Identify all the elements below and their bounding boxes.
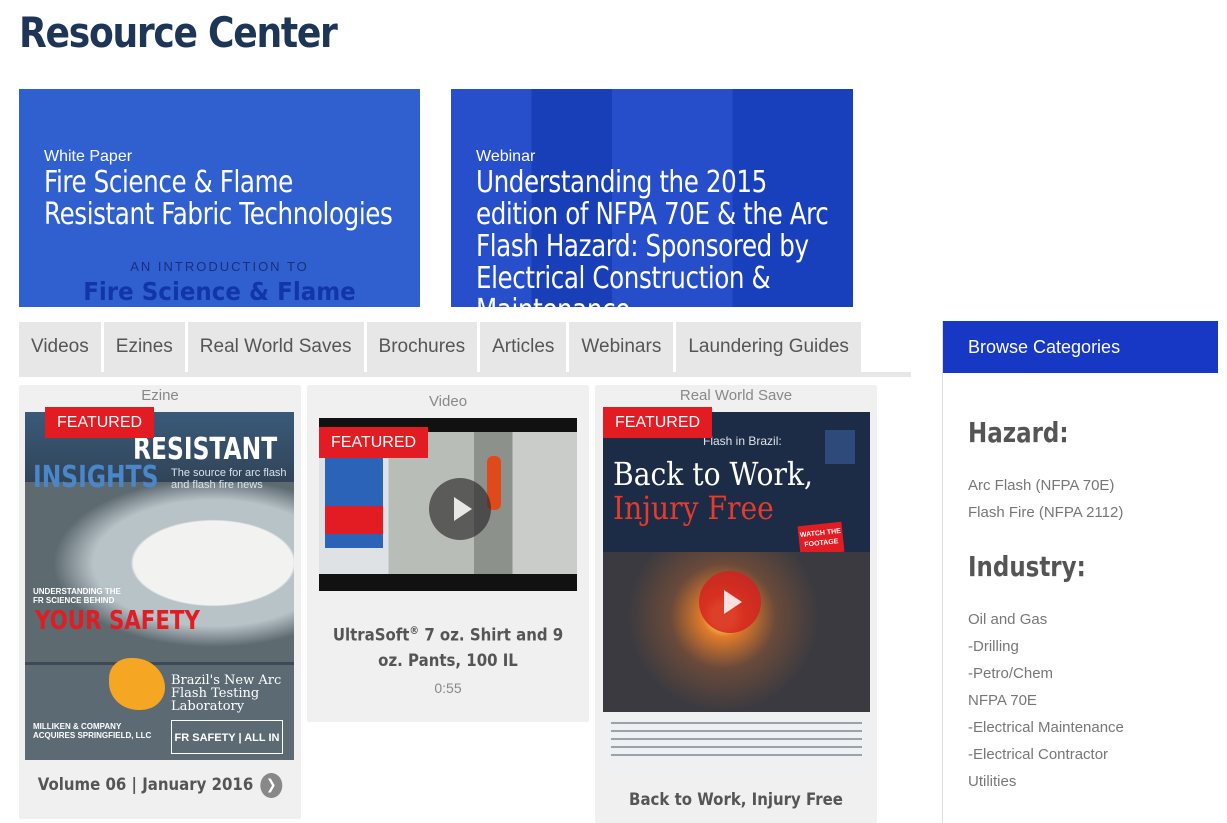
category-utilities[interactable]: Utilities	[968, 773, 1016, 790]
category-electrical-maintenance[interactable]: -Electrical Maintenance	[968, 719, 1124, 736]
industry-heading: Industry:	[968, 550, 1086, 583]
category-flash-fire[interactable]: Flash Fire (NFPA 2112)	[968, 504, 1123, 521]
category-nfpa-70e[interactable]: NFPA 70E	[968, 692, 1037, 709]
play-icon[interactable]	[429, 478, 491, 540]
cover-header: Flash in Brazil:	[703, 434, 782, 448]
card-type: Real World Save	[679, 387, 793, 404]
play-icon[interactable]	[699, 571, 761, 633]
chevron-right-icon[interactable]: ❯	[260, 773, 283, 798]
cover-milliken: MILLIKEN & COMPANY ACQUIRES SPRINGFIELD,…	[33, 722, 152, 740]
hero-webinar[interactable]: Webinar Understanding the 2015 edition o…	[451, 89, 853, 307]
hero-intro: AN INTRODUCTION TO	[130, 259, 309, 274]
tab-real-world-saves[interactable]: Real World Saves	[187, 322, 364, 372]
tab-webinars[interactable]: Webinars	[569, 322, 674, 372]
page-title: Resource Center	[19, 8, 338, 57]
cover-line1: Back to Work,	[613, 455, 813, 493]
hero-intro-title: Fire Science & Flame	[83, 277, 356, 306]
category-petro-chem[interactable]: -Petro/Chem	[968, 665, 1053, 682]
card-type: Ezine	[141, 387, 179, 404]
cover-tagline: The source for arc flash and flash fire …	[171, 467, 287, 491]
card-type: Video	[428, 393, 468, 410]
tab-brochures[interactable]: Brochures	[366, 322, 478, 372]
hero-kind: White Paper	[44, 148, 133, 165]
hero-white-paper[interactable]: White Paper Fire Science & Flame Resista…	[19, 89, 420, 307]
cover-brazil: Brazil's New Arc Flash Testing Laborator…	[171, 673, 282, 714]
cover-masthead-left: INSIGHTS	[33, 460, 159, 495]
card-title[interactable]: Back to Work, Injury Free	[612, 788, 860, 813]
hero-kind: Webinar	[476, 148, 536, 165]
resource-card-ezine[interactable]: Ezine RESISTANT INSIGHTS The source for …	[19, 385, 301, 819]
tab-videos[interactable]: Videos	[19, 322, 101, 372]
resource-tabs: Videos Ezines Real World Saves Brochures…	[19, 322, 864, 372]
hero-headline[interactable]: Understanding the 2015 edition of NFPA 7…	[476, 167, 853, 308]
cover-your-safety: YOUR SAFETY	[35, 606, 200, 636]
category-electrical-contractor[interactable]: -Electrical Contractor	[968, 746, 1108, 763]
browse-categories-sidebar: Browse Categories Hazard: Arc Flash (NFP…	[942, 321, 1218, 823]
category-arc-flash[interactable]: Arc Flash (NFPA 70E)	[968, 477, 1114, 494]
browse-categories-header: Browse Categories	[943, 321, 1218, 373]
featured-badge: FEATURED	[45, 407, 155, 438]
tabs-divider	[19, 372, 911, 377]
tab-ezines[interactable]: Ezines	[103, 322, 185, 372]
resource-card-real-world-save[interactable]: Real World Save Flash in Brazil: Back to…	[595, 385, 877, 823]
category-drilling[interactable]: -Drilling	[968, 638, 1019, 655]
cover-fr-box: FR SAFETY | ALL IN	[171, 720, 283, 754]
lightning-icon	[825, 430, 855, 464]
cover-line2: Injury Free	[613, 489, 774, 527]
video-duration: 0:55	[434, 680, 462, 696]
card-title[interactable]: Volume 06 | January 2016 ❯	[36, 773, 284, 798]
featured-badge: FEATURED	[319, 427, 429, 458]
ezine-cover-image[interactable]: RESISTANT INSIGHTS The source for arc fl…	[25, 412, 294, 760]
resource-card-video[interactable]: Video FEATURED UltraSoft® 7 oz. Shirt an…	[307, 385, 589, 722]
hero-headline[interactable]: Fire Science & Flame Resistant Fabric Te…	[44, 167, 405, 231]
card-title[interactable]: UltraSoft® 7 oz. Shirt and 9 oz. Pants, …	[324, 618, 572, 674]
category-oil-and-gas[interactable]: Oil and Gas	[968, 611, 1047, 628]
cover-understanding: UNDERSTANDING THE FR SCIENCE BEHIND	[33, 587, 121, 605]
tab-articles[interactable]: Articles	[480, 322, 567, 372]
cover-body-text	[603, 712, 870, 776]
featured-badge: FEATURED	[603, 407, 713, 438]
hazard-heading: Hazard:	[968, 416, 1069, 449]
tab-laundering-guides[interactable]: Laundering Guides	[676, 322, 861, 372]
